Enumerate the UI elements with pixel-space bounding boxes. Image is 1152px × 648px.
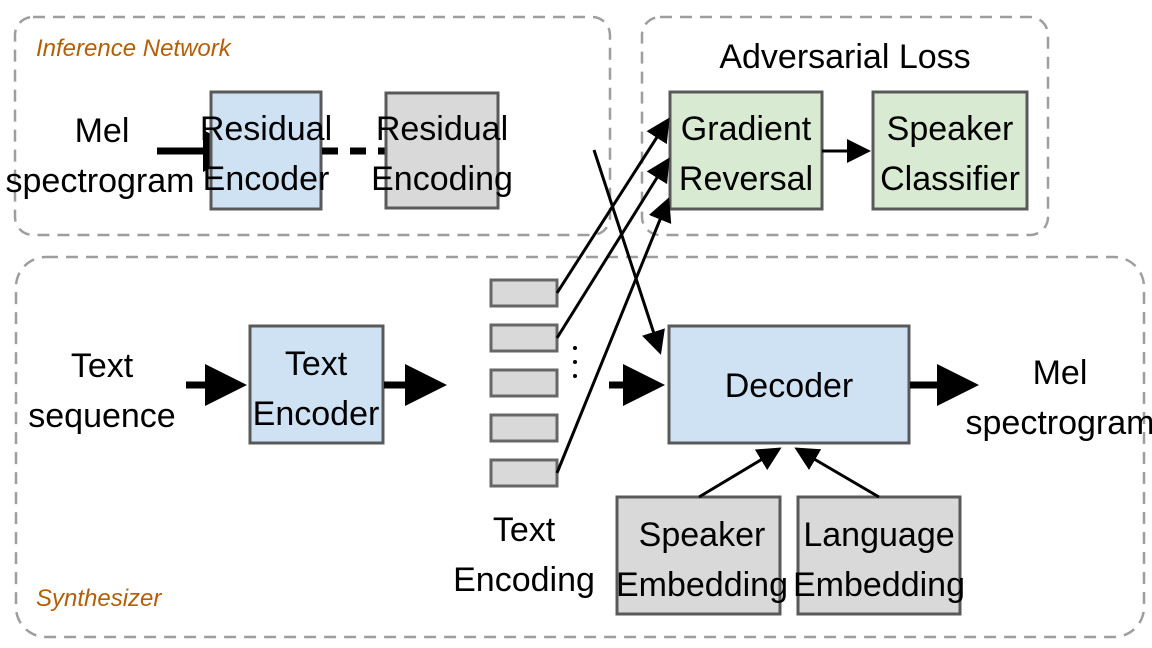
architecture-diagram: Inference Network Adversarial Loss Synth… [6, 15, 1152, 639]
svg-text:Encoder: Encoder [253, 395, 380, 433]
svg-text:Gradient: Gradient [681, 110, 812, 148]
svg-text:Residual: Residual [200, 110, 332, 148]
ellipsis-dots [573, 346, 577, 378]
svg-text:Encoding: Encoding [453, 561, 595, 599]
arrow-encoding-to-reversal [555, 197, 672, 474]
encoding-cell [489, 278, 559, 308]
inference-network-label: Inference Network [36, 35, 233, 62]
text-encoding-cells [489, 278, 559, 488]
svg-text:Text: Text [285, 345, 348, 383]
speaker-classifier-block[interactable]: Speaker Classifier [871, 90, 1029, 211]
svg-text:Language: Language [803, 516, 954, 554]
gradient-reversal-block[interactable]: Gradient Reversal [668, 90, 824, 211]
text-sequence-input: Text sequence [28, 347, 175, 435]
synthesizer-label: Synthesizer [36, 585, 162, 612]
text-input-line2: sequence [28, 397, 175, 435]
mel-spectrogram-input: Mel spectrogram [6, 112, 195, 200]
mel-input-line2: spectrogram [6, 162, 195, 200]
text-input-line1: Text [71, 347, 134, 385]
svg-text:Classifier: Classifier [880, 160, 1020, 198]
mel-spectrogram-output: Mel spectrogram [966, 354, 1152, 442]
svg-text:Embedding: Embedding [793, 566, 965, 604]
speaker-embedding-block[interactable]: Speaker Embedding [615, 495, 788, 616]
encoding-cell [489, 323, 559, 353]
residual-encoder-block[interactable]: Residual Encoder [200, 90, 332, 211]
svg-text:Speaker: Speaker [887, 110, 1014, 148]
text-encoding-label: Text Encoding [453, 511, 595, 599]
mel-output-line2: spectrogram [966, 404, 1152, 442]
arrow-language-embedding-to-decoder [794, 447, 880, 499]
svg-text:Text: Text [493, 511, 556, 549]
decoder-block[interactable]: Decoder [667, 324, 911, 445]
svg-text:Encoding: Encoding [371, 160, 513, 198]
text-encoder-block[interactable]: Text Encoder [248, 324, 385, 445]
residual-encoding-block[interactable]: Residual Encoding [371, 91, 513, 210]
svg-text:Reversal: Reversal [679, 160, 813, 198]
arrow-encoding-to-reversal [555, 157, 670, 339]
svg-text:Encoder: Encoder [203, 160, 330, 198]
language-embedding-block[interactable]: Language Embedding [793, 495, 965, 616]
svg-text:Residual: Residual [376, 110, 508, 148]
svg-text:Decoder: Decoder [725, 367, 854, 405]
svg-text:Embedding: Embedding [616, 566, 788, 604]
encoding-cell [489, 413, 559, 443]
mel-output-line1: Mel [1033, 354, 1088, 392]
svg-text:Speaker: Speaker [639, 516, 766, 554]
encoding-cell [489, 458, 559, 488]
mel-input-line1: Mel [75, 112, 130, 150]
arrow-residual-to-decoder [592, 149, 665, 355]
encoding-cell [489, 368, 559, 398]
arrow-speaker-embedding-to-decoder [698, 447, 782, 499]
adversarial-loss-label: Adversarial Loss [719, 38, 970, 76]
